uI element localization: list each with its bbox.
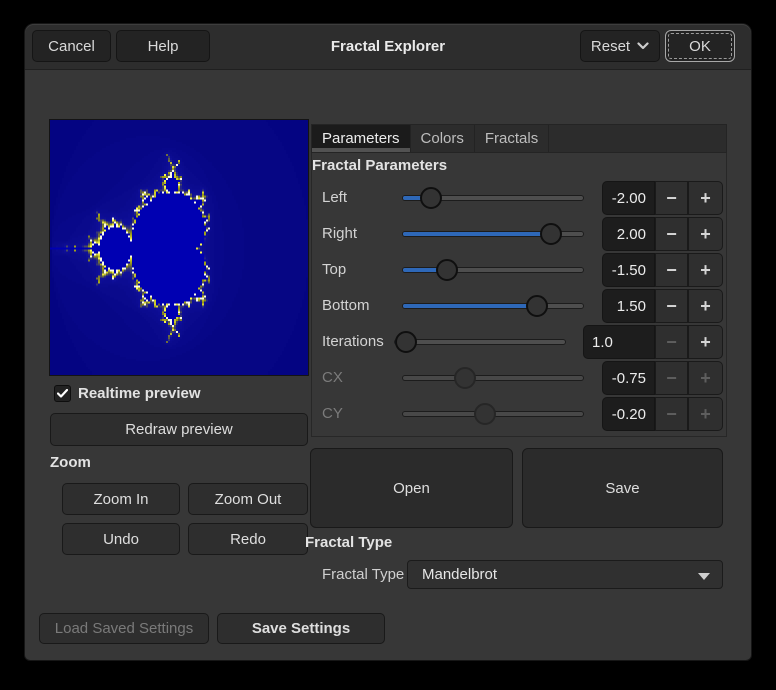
slider-track [403, 376, 583, 380]
left-slider[interactable] [403, 181, 583, 215]
bottom-increment-button[interactable]: + [688, 289, 723, 323]
fractal-parameters-heading: Fractal Parameters [312, 157, 447, 174]
top-value-entry[interactable]: -1.50 [602, 253, 655, 287]
param-row-cy: CY -0.20−+ [311, 397, 727, 431]
cy-decrement-button: − [655, 397, 688, 431]
top-slider[interactable] [403, 253, 583, 287]
redraw-preview-button[interactable]: Redraw preview [50, 413, 308, 446]
iterations-value-entry[interactable]: 1.0 [583, 325, 655, 359]
right-value-entry[interactable]: 2.00 [602, 217, 655, 251]
fractal-preview-canvas[interactable] [50, 120, 308, 375]
slider-handle [454, 367, 476, 389]
bottom-value-entry[interactable]: 1.50 [602, 289, 655, 323]
cx-value-entry: -0.75 [602, 361, 655, 395]
realtime-preview-label: Realtime preview [78, 385, 201, 402]
slider-track [395, 340, 565, 344]
fractal-type-heading: Fractal Type [305, 534, 392, 551]
slider-handle[interactable] [420, 187, 442, 209]
slider-track [403, 268, 583, 272]
param-row-iterations: Iterations 1.0−+ [311, 325, 727, 359]
fractal-type-dropdown[interactable]: Mandelbrot [407, 560, 723, 589]
screen: Cancel Help Fractal Explorer Reset OK Re… [0, 0, 776, 690]
iterations-slider[interactable] [395, 325, 565, 359]
left-label: Left [322, 189, 347, 206]
bottom-label: Bottom [322, 297, 370, 314]
open-button[interactable]: Open [310, 448, 513, 528]
top-decrement-button[interactable]: − [655, 253, 688, 287]
zoom-out-button[interactable]: Zoom Out [188, 483, 308, 515]
dropdown-arrow-icon [698, 573, 710, 580]
slider-handle[interactable] [436, 259, 458, 281]
param-row-left: Left -2.00−+ [311, 181, 727, 215]
param-row-cx: CX -0.75−+ [311, 361, 727, 395]
bottom-decrement-button[interactable]: − [655, 289, 688, 323]
tab-parameters[interactable]: Parameters [312, 125, 411, 152]
fractal-preview[interactable] [50, 120, 308, 375]
tab-colors[interactable]: Colors [411, 125, 475, 152]
slider-handle[interactable] [395, 331, 417, 353]
reset-button[interactable]: Reset [580, 30, 660, 62]
zoom-section-heading: Zoom [50, 454, 91, 471]
param-row-right: Right 2.00−+ [311, 217, 727, 251]
cy-slider [403, 397, 583, 431]
iterations-increment-button[interactable]: + [688, 325, 723, 359]
right-slider[interactable] [403, 217, 583, 251]
bottom-slider[interactable] [403, 289, 583, 323]
right-decrement-button[interactable]: − [655, 217, 688, 251]
top-label: Top [322, 261, 346, 278]
cancel-button[interactable]: Cancel [32, 30, 111, 62]
titlebar[interactable]: Cancel Help Fractal Explorer Reset OK [25, 24, 751, 70]
left-value-entry[interactable]: -2.00 [602, 181, 655, 215]
cy-value-entry: -0.20 [602, 397, 655, 431]
save-button[interactable]: Save [522, 448, 723, 528]
zoom-in-button[interactable]: Zoom In [62, 483, 180, 515]
left-increment-button[interactable]: + [688, 181, 723, 215]
undo-button[interactable]: Undo [62, 523, 180, 555]
slider-fill [403, 304, 537, 308]
help-button[interactable]: Help [116, 30, 210, 62]
redo-button[interactable]: Redo [188, 523, 308, 555]
iterations-decrement-button: − [655, 325, 688, 359]
slider-handle [474, 403, 496, 425]
cy-label: CY [322, 405, 343, 422]
realtime-preview-checkbox[interactable] [54, 385, 71, 402]
slider-track [403, 304, 583, 308]
slider-fill [403, 412, 485, 416]
right-label: Right [322, 225, 357, 242]
slider-handle[interactable] [540, 223, 562, 245]
cx-increment-button: + [688, 361, 723, 395]
right-increment-button[interactable]: + [688, 217, 723, 251]
tab-fractals[interactable]: Fractals [475, 125, 549, 152]
cy-increment-button: + [688, 397, 723, 431]
top-increment-button[interactable]: + [688, 253, 723, 287]
param-row-top: Top -1.50−+ [311, 253, 727, 287]
iterations-label: Iterations [322, 333, 384, 350]
fractal-type-label: Fractal Type [322, 566, 404, 583]
slider-fill [403, 232, 551, 236]
notebook-tabstrip: Parameters Colors Fractals [311, 124, 727, 153]
realtime-preview-checkbox-row[interactable]: Realtime preview [54, 383, 201, 403]
tabstrip-filler [549, 125, 726, 152]
cx-label: CX [322, 369, 343, 386]
chevron-down-icon [637, 42, 649, 50]
left-decrement-button[interactable]: − [655, 181, 688, 215]
slider-handle[interactable] [526, 295, 548, 317]
fractal-explorer-dialog: Cancel Help Fractal Explorer Reset OK Re… [25, 24, 751, 660]
ok-button[interactable]: OK [665, 30, 735, 62]
load-saved-settings-button[interactable]: Load Saved Settings [39, 613, 209, 644]
fractal-type-value: Mandelbrot [422, 566, 497, 583]
cx-slider [403, 361, 583, 395]
save-settings-button[interactable]: Save Settings [217, 613, 385, 644]
cx-decrement-button: − [655, 361, 688, 395]
param-row-bottom: Bottom 1.50−+ [311, 289, 727, 323]
checkmark-icon [57, 389, 68, 398]
reset-label: Reset [591, 38, 630, 55]
